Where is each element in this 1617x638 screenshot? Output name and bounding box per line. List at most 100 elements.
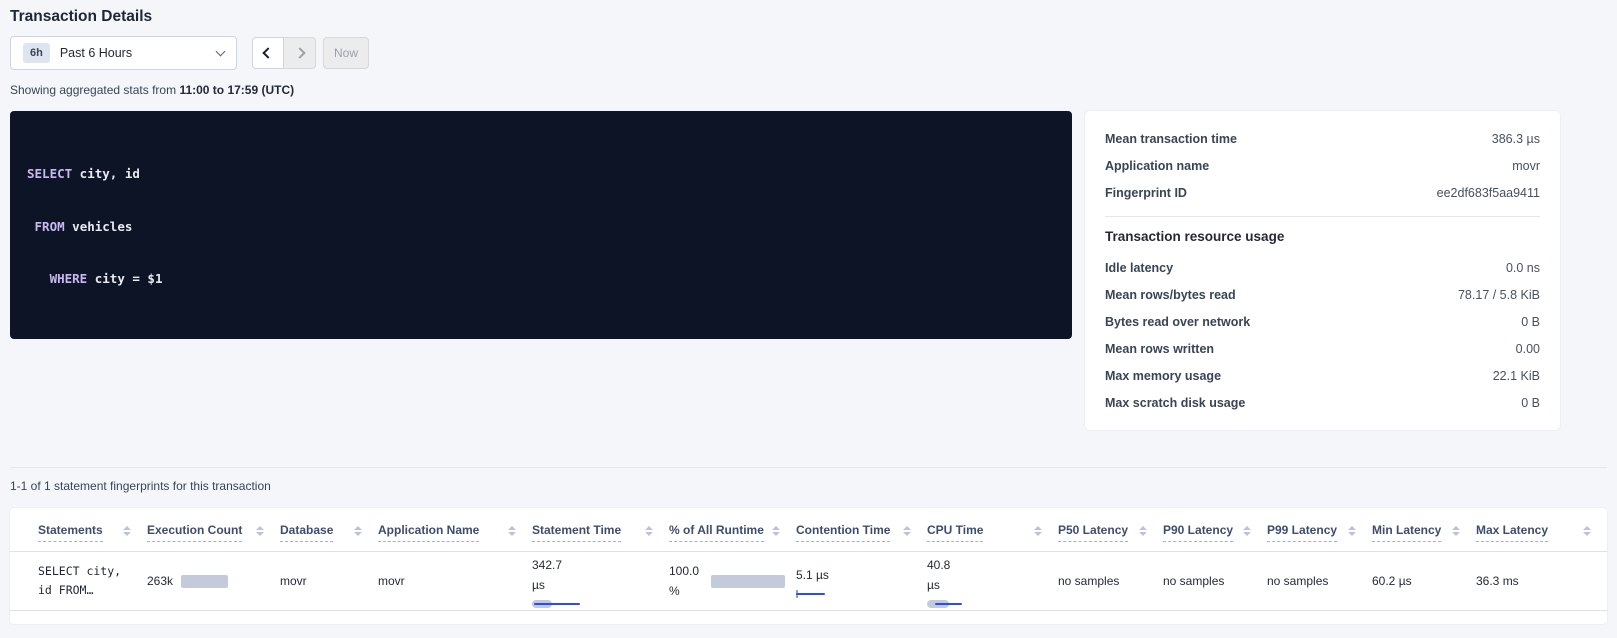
sort-icon <box>508 524 516 536</box>
sort-icon <box>645 524 653 536</box>
statement-time-bar <box>532 600 584 608</box>
column-header-max-latency[interactable]: Max Latency <box>1476 508 1607 551</box>
sort-icon <box>256 524 264 536</box>
now-button[interactable]: Now <box>323 37 369 69</box>
section-divider <box>10 467 1607 468</box>
contention-time-bar <box>796 590 848 598</box>
resource-value: 22.1 KiB <box>1493 369 1540 383</box>
caption-time-range: 11:00 to 17:59 (UTC) <box>179 83 294 97</box>
cell-percent-runtime: 100.0 % <box>669 552 796 610</box>
sql-statement-box: SELECT city, id FROM vehicles WHERE city… <box>10 111 1072 339</box>
column-header-application-name[interactable]: Application Name <box>378 508 532 551</box>
sql-keyword: SELECT <box>27 166 72 181</box>
sort-icon <box>1348 524 1356 536</box>
column-header-statement-time[interactable]: Statement Time <box>532 508 669 551</box>
page-title: Transaction Details <box>10 6 1607 28</box>
table-row: SELECT city, id FROM… 263k movr movr 342… <box>10 552 1607 611</box>
resource-usage-row: Max scratch disk usage 0 B <box>1105 389 1540 416</box>
resource-value: 0 B <box>1521 396 1540 410</box>
cpu-time-bar <box>927 600 979 608</box>
sort-icon <box>123 524 131 536</box>
table-bottom-padding <box>10 611 1607 624</box>
column-header-statements[interactable]: Statements <box>38 508 147 551</box>
cell-max-latency: 36.3 ms <box>1476 552 1607 610</box>
percent-runtime-bar <box>711 575 785 588</box>
cell-min-latency: 60.2 µs <box>1372 552 1476 610</box>
resource-label: Mean rows/bytes read <box>1105 288 1458 302</box>
resource-value: 0 B <box>1521 315 1540 329</box>
time-controls: 6h Past 6 Hours Now <box>10 35 1607 71</box>
sort-icon <box>354 524 362 536</box>
cell-p99-latency: no samples <box>1267 552 1372 610</box>
cell-p50-latency: no samples <box>1058 552 1163 610</box>
cell-application-name: movr <box>378 552 532 610</box>
sql-keyword: FROM <box>35 219 65 234</box>
resource-label: Max memory usage <box>1105 369 1493 383</box>
resource-label: Bytes read over network <box>1105 315 1521 329</box>
main-content-row: SELECT city, id FROM vehicles WHERE city… <box>10 111 1607 430</box>
transaction-summary-card: Mean transaction time 386.3 µs Applicati… <box>1085 111 1560 430</box>
summary-divider <box>1105 216 1540 217</box>
resource-usage-row: Max memory usage 22.1 KiB <box>1105 362 1540 389</box>
fingerprints-caption: 1-1 of 1 statement fingerprints for this… <box>10 479 1607 493</box>
time-range-select[interactable]: 6h Past 6 Hours <box>10 36 237 70</box>
transaction-details-page: Transaction Details 6h Past 6 Hours Now … <box>0 0 1617 624</box>
summary-label: Mean transaction time <box>1105 132 1492 146</box>
resource-label: Mean rows written <box>1105 342 1516 356</box>
sql-line: WHERE city = $1 <box>27 270 1055 288</box>
resource-label: Idle latency <box>1105 261 1506 275</box>
column-header-contention-time[interactable]: Contention Time <box>796 508 927 551</box>
sort-icon <box>1452 524 1460 536</box>
cell-cpu-time: 40.8 µs <box>927 552 1058 610</box>
previous-range-button[interactable] <box>252 37 284 69</box>
sort-icon <box>1034 524 1042 536</box>
chevron-down-icon <box>216 46 226 56</box>
statements-table: Statements Execution Count Database Appl… <box>10 508 1607 624</box>
resource-usage-row: Mean rows written 0.00 <box>1105 335 1540 362</box>
column-header-percent-runtime[interactable]: % of All Runtime <box>669 508 796 551</box>
summary-label: Fingerprint ID <box>1105 186 1437 200</box>
sort-icon <box>1243 524 1251 536</box>
column-header-p50-latency[interactable]: P50 Latency <box>1058 508 1163 551</box>
sort-icon <box>1583 524 1591 536</box>
column-header-cpu-time[interactable]: CPU Time <box>927 508 1058 551</box>
cell-p90-latency: no samples <box>1163 552 1267 610</box>
sort-icon <box>903 524 911 536</box>
cell-statements[interactable]: SELECT city, id FROM… <box>38 552 147 610</box>
time-nav-button-group <box>252 37 316 69</box>
column-header-min-latency[interactable]: Min Latency <box>1372 508 1476 551</box>
summary-value: movr <box>1512 159 1540 173</box>
time-range-badge: 6h <box>23 43 50 63</box>
execution-count-bar <box>181 575 228 588</box>
column-header-p99-latency[interactable]: P99 Latency <box>1267 508 1372 551</box>
caption-prefix: Showing aggregated stats from <box>10 83 179 97</box>
summary-value: 386.3 µs <box>1492 132 1540 146</box>
sql-keyword: WHERE <box>50 271 88 286</box>
resource-usage-row: Mean rows/bytes read 78.17 / 5.8 KiB <box>1105 281 1540 308</box>
cell-statement-time: 342.7 µs <box>532 552 669 610</box>
column-header-execution-count[interactable]: Execution Count <box>147 508 280 551</box>
sort-icon <box>772 524 780 536</box>
resource-value: 78.17 / 5.8 KiB <box>1458 288 1540 302</box>
next-range-button[interactable] <box>284 37 316 69</box>
column-header-database[interactable]: Database <box>280 508 378 551</box>
resource-value: 0.0 ns <box>1506 261 1540 275</box>
resource-usage-heading: Transaction resource usage <box>1105 229 1540 244</box>
resource-value: 0.00 <box>1516 342 1540 356</box>
time-range-label: Past 6 Hours <box>60 46 217 60</box>
summary-row: Mean transaction time 386.3 µs <box>1105 125 1540 152</box>
sql-line: SELECT city, id <box>27 165 1055 183</box>
sort-icon <box>1139 524 1147 536</box>
chevron-right-icon <box>294 47 305 58</box>
summary-label: Application name <box>1105 159 1512 173</box>
aggregated-stats-caption: Showing aggregated stats from 11:00 to 1… <box>10 83 1607 97</box>
resource-usage-row: Idle latency 0.0 ns <box>1105 254 1540 281</box>
summary-value: ee2df683f5aa9411 <box>1437 186 1540 200</box>
resource-label: Max scratch disk usage <box>1105 396 1521 410</box>
summary-row: Application name movr <box>1105 152 1540 179</box>
cell-database: movr <box>280 552 378 610</box>
column-header-p90-latency[interactable]: P90 Latency <box>1163 508 1267 551</box>
summary-row: Fingerprint ID ee2df683f5aa9411 <box>1105 179 1540 206</box>
table-header-row: Statements Execution Count Database Appl… <box>10 508 1607 552</box>
cell-execution-count: 263k <box>147 552 280 610</box>
